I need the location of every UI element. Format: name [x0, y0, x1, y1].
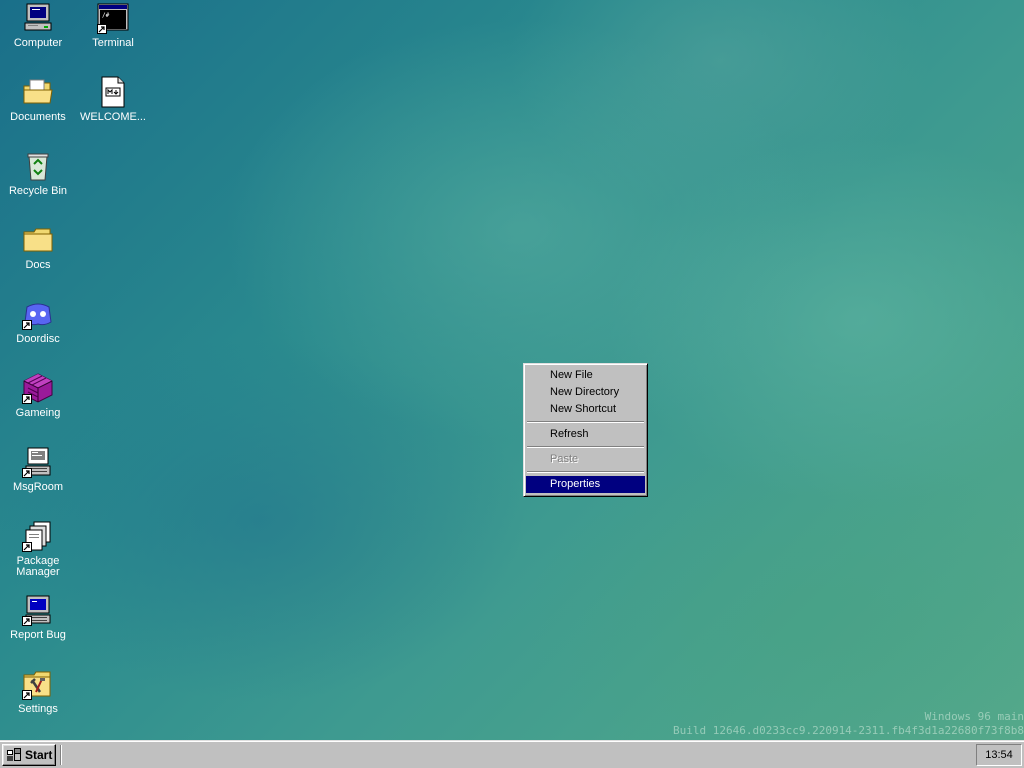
menu-item-new-shortcut[interactable]: New Shortcut [526, 401, 645, 418]
shortcut-arrow-icon [22, 394, 32, 404]
desktop-icons: Computer Documents Recycle Bin Docs Door… [0, 0, 160, 740]
taskbar: Start 13:54 [0, 740, 1024, 768]
desktop-icon-label: MsgRoom [12, 481, 64, 493]
shortcut-arrow-icon [22, 468, 32, 478]
shortcut-arrow-icon [97, 24, 107, 34]
desktop-context-menu: New File New Directory New Shortcut Refr… [523, 363, 648, 497]
desktop-icon-label: Settings [18, 703, 58, 715]
desktop-icon-label: WELCOME... [79, 111, 146, 123]
package-manager-icon [22, 520, 54, 552]
gameing-icon [22, 372, 54, 404]
desktop-icon-label: Recycle Bin [8, 185, 68, 197]
desktop-icon-docs[interactable]: Docs [0, 224, 76, 298]
desktop-icon-label: Doordisc [16, 333, 60, 345]
svg-text:/#: /# [102, 12, 110, 19]
desktop-icon-msgroom[interactable]: MsgRoom [0, 446, 76, 520]
menu-item-refresh[interactable]: Refresh [526, 426, 645, 443]
desktop-icon-computer[interactable]: Computer [0, 2, 76, 76]
desktop-icon-gameing[interactable]: Gameing [0, 372, 76, 446]
menu-item-new-directory[interactable]: New Directory [526, 384, 645, 401]
watermark-os-name: Windows 96 main [924, 710, 1024, 723]
desktop-icon-documents[interactable]: Documents [0, 76, 76, 150]
desktop-icon-settings[interactable]: Settings [0, 668, 76, 742]
settings-icon [22, 668, 54, 700]
taskbar-divider [60, 745, 62, 765]
desktop-icon-label: Gameing [15, 407, 61, 419]
documents-folder-icon [22, 76, 54, 108]
computer-icon [22, 2, 54, 34]
desktop-icon-recycle-bin[interactable]: Recycle Bin [0, 150, 76, 224]
desktop-icon-label: Report Bug [10, 629, 66, 641]
desktop-icon-label: Documents [10, 111, 66, 123]
shortcut-arrow-icon [22, 616, 32, 626]
desktop-icon-label: Docs [25, 259, 51, 271]
shortcut-arrow-icon [22, 690, 32, 700]
desktop-icon-label: Package Manager [16, 555, 60, 578]
menu-separator [527, 471, 644, 473]
build-watermark: Windows 96 main Build 12646.d0233cc9.220… [673, 710, 1024, 738]
clock: 13:54 [985, 749, 1013, 761]
menu-separator [527, 446, 644, 448]
menu-item-paste: Paste [550, 453, 579, 465]
doordisc-icon [22, 298, 54, 330]
markdown-file-icon [97, 76, 129, 108]
shortcut-arrow-icon [22, 320, 32, 330]
desktop-icon-label: Computer [13, 37, 63, 49]
menu-item-new-file[interactable]: New File [526, 367, 645, 384]
menu-item-properties[interactable]: Properties [526, 476, 645, 493]
desktop-icon-welcome[interactable]: WELCOME... [75, 76, 151, 150]
folder-icon [22, 224, 54, 256]
shortcut-arrow-icon [22, 542, 32, 552]
desktop-icon-column-2: /# Terminal WELCOME... [75, 2, 151, 150]
start-logo-icon [7, 748, 21, 761]
desktop-icon-terminal[interactable]: /# Terminal [75, 2, 151, 76]
watermark-build-string: Build 12646.d0233cc9.220914-2311.fb4f3d1… [673, 724, 1024, 737]
desktop-icon-label: Terminal [92, 37, 134, 49]
desktop-icon-package-manager[interactable]: Package Manager [0, 520, 76, 594]
recycle-bin-icon [22, 150, 54, 182]
terminal-icon: /# [97, 2, 129, 34]
start-button[interactable]: Start [2, 744, 56, 766]
start-label: Start [25, 748, 53, 762]
menu-separator [527, 421, 644, 423]
msgroom-icon [22, 446, 54, 478]
desktop-icon-report-bug[interactable]: Report Bug [0, 594, 76, 668]
desktop-icon-doordisc[interactable]: Doordisc [0, 298, 76, 372]
report-bug-icon [22, 594, 54, 626]
system-tray[interactable]: 13:54 [976, 744, 1022, 766]
desktop-icon-column-1: Computer Documents Recycle Bin Docs Door… [0, 2, 76, 742]
